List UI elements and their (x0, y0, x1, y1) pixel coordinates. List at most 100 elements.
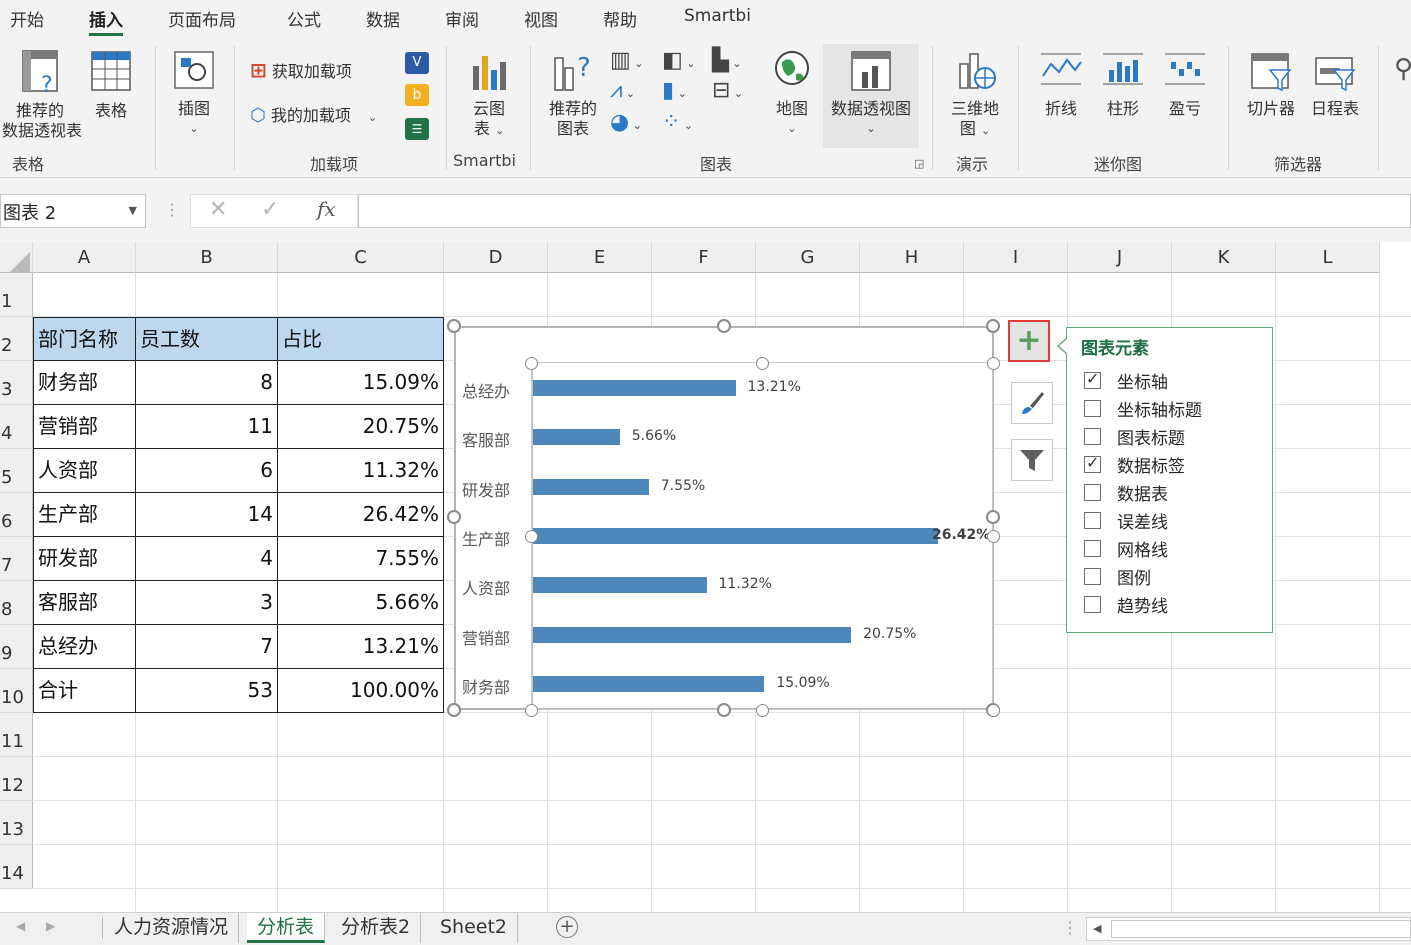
plot-resize-handle[interactable] (525, 704, 538, 717)
chart-element-option[interactable]: 数据标签 (1084, 452, 1185, 477)
column-header[interactable]: H (860, 242, 964, 273)
chart-resize-handle[interactable] (986, 510, 1000, 524)
get-addins-button[interactable]: ⊞ 获取加载项 (250, 60, 352, 82)
tab-view[interactable]: 视图 (524, 6, 558, 31)
table-cell[interactable]: 11 (136, 405, 278, 449)
table-cell[interactable]: 11.32% (278, 449, 444, 493)
checkbox[interactable] (1084, 369, 1101, 389)
chart-element-option[interactable]: 误差线 (1084, 508, 1168, 533)
column-header[interactable]: I (964, 242, 1068, 273)
tab-review[interactable]: 审阅 (445, 6, 479, 31)
slicer-button[interactable]: 切片器 (1242, 48, 1300, 119)
statistic-chart-icon[interactable]: ▮ ⌄ (662, 78, 687, 103)
chart-resize-handle[interactable] (717, 703, 731, 717)
chart-resize-handle[interactable] (986, 319, 1000, 333)
table-cell[interactable]: 5.66% (278, 581, 444, 625)
select-all-corner[interactable] (0, 242, 33, 273)
row-header[interactable]: 8 (0, 581, 33, 625)
plot-resize-handle[interactable] (525, 530, 538, 543)
horizontal-scrollbar[interactable]: ◀ (1086, 917, 1411, 941)
bing-icon[interactable]: b (405, 84, 429, 106)
column-header[interactable]: G (756, 242, 860, 273)
recommended-charts-button[interactable]: ? 推荐的 图表 (545, 48, 601, 139)
row-header[interactable]: 9 (0, 625, 33, 669)
tab-insert[interactable]: 插入 (89, 6, 123, 36)
plot-resize-handle[interactable] (987, 357, 1000, 370)
row-header[interactable]: 4 (0, 405, 33, 449)
table-cell[interactable]: 26.42% (278, 493, 444, 537)
bar[interactable] (533, 429, 620, 446)
bar[interactable] (533, 380, 736, 396)
table-cell[interactable]: 研发部 (33, 537, 136, 581)
tab-formulas[interactable]: 公式 (287, 6, 321, 31)
sheet-tab-analysis[interactable]: 分析表 (247, 913, 326, 943)
plot-resize-handle[interactable] (987, 704, 1000, 717)
chart-element-option[interactable]: 图表标题 (1084, 424, 1185, 449)
plot-resize-handle[interactable] (987, 530, 1000, 543)
column-header[interactable]: F (652, 242, 756, 273)
name-box[interactable]: 图表 2 ▼ (0, 194, 146, 228)
chart-element-option[interactable]: 数据表 (1084, 480, 1168, 505)
checkbox[interactable] (1084, 427, 1101, 445)
hierarchy-chart-icon[interactable]: ◧ ⌄ (662, 48, 696, 73)
table-cell[interactable]: 100.00% (278, 669, 444, 713)
line-chart-icon[interactable]: ⩘ ⌄ (610, 78, 635, 103)
table-cell[interactable]: 8 (136, 361, 278, 405)
map-button[interactable]: 地图 ⌄ (770, 48, 814, 139)
column-header[interactable]: A (33, 242, 136, 273)
table-cell[interactable]: 53 (136, 669, 278, 713)
chart-resize-handle[interactable] (447, 703, 461, 717)
checkbox[interactable] (1084, 567, 1101, 585)
link-icon[interactable]: ⚲ (1394, 54, 1411, 84)
tab-data[interactable]: 数据 (366, 6, 400, 31)
add-sheet-icon[interactable]: + (556, 916, 578, 938)
column-header[interactable]: J (1068, 242, 1172, 273)
enter-icon[interactable]: ✓ (261, 197, 279, 222)
row-header[interactable]: 12 (0, 757, 33, 801)
timeline-button[interactable]: 日程表 (1306, 48, 1364, 119)
chart-resize-handle[interactable] (447, 319, 461, 333)
chart-element-option[interactable]: 网格线 (1084, 536, 1168, 561)
insert-function-icon[interactable]: fx (317, 197, 336, 221)
bar[interactable] (533, 527, 938, 544)
visio-icon[interactable]: V (405, 52, 429, 74)
illustrations-button[interactable]: 插图 ⌄ (170, 48, 218, 139)
combo-chart-icon[interactable]: ⊟ ⌄ (712, 78, 743, 103)
cancel-icon[interactable]: ✕ (209, 197, 227, 222)
table-cell[interactable]: 营销部 (33, 405, 136, 449)
table-cell[interactable]: 部门名称 (33, 317, 136, 361)
sheet-tab-sheet2[interactable]: Sheet2 (430, 913, 519, 943)
row-header[interactable]: 10 (0, 669, 33, 713)
checkbox[interactable] (1084, 511, 1101, 529)
table-cell[interactable]: 13.21% (278, 625, 444, 669)
chart-filters-button[interactable] (1011, 439, 1053, 481)
column-header[interactable]: L (1276, 242, 1380, 273)
tab-smartbi[interactable]: Smartbi (684, 6, 751, 26)
column-chart-icon[interactable]: ▥ ⌄ (610, 48, 644, 73)
column-header[interactable]: B (136, 242, 278, 273)
row-header[interactable]: 1 (0, 273, 33, 317)
sparkline-column-button[interactable]: 柱形 (1100, 48, 1146, 119)
row-header[interactable]: 13 (0, 801, 33, 845)
checkbox[interactable] (1084, 453, 1101, 473)
column-header[interactable]: C (278, 242, 444, 273)
sparkline-winloss-button[interactable]: 盈亏 (1162, 48, 1208, 119)
table-cell[interactable]: 14 (136, 493, 278, 537)
row-header[interactable]: 14 (0, 845, 33, 889)
checkbox[interactable] (1084, 539, 1101, 557)
formula-input[interactable] (358, 194, 1411, 228)
column-header[interactable]: K (1172, 242, 1276, 273)
table-cell[interactable]: 生产部 (33, 493, 136, 537)
tab-help[interactable]: 帮助 (603, 6, 637, 31)
row-header[interactable]: 5 (0, 449, 33, 493)
table-button[interactable]: 表格 (86, 48, 136, 121)
row-header[interactable]: 6 (0, 493, 33, 537)
row-header[interactable]: 7 (0, 537, 33, 581)
chart-element-option[interactable]: 图例 (1084, 564, 1151, 589)
table-cell[interactable]: 人资部 (33, 449, 136, 493)
column-header[interactable]: D (444, 242, 548, 273)
table-cell[interactable]: 占比 (278, 317, 444, 361)
chart-elements-button[interactable]: + (1008, 320, 1050, 362)
row-header[interactable]: 3 (0, 361, 33, 405)
my-addins-button[interactable]: ⬡ 我的加载项 ⌄ (250, 106, 377, 128)
